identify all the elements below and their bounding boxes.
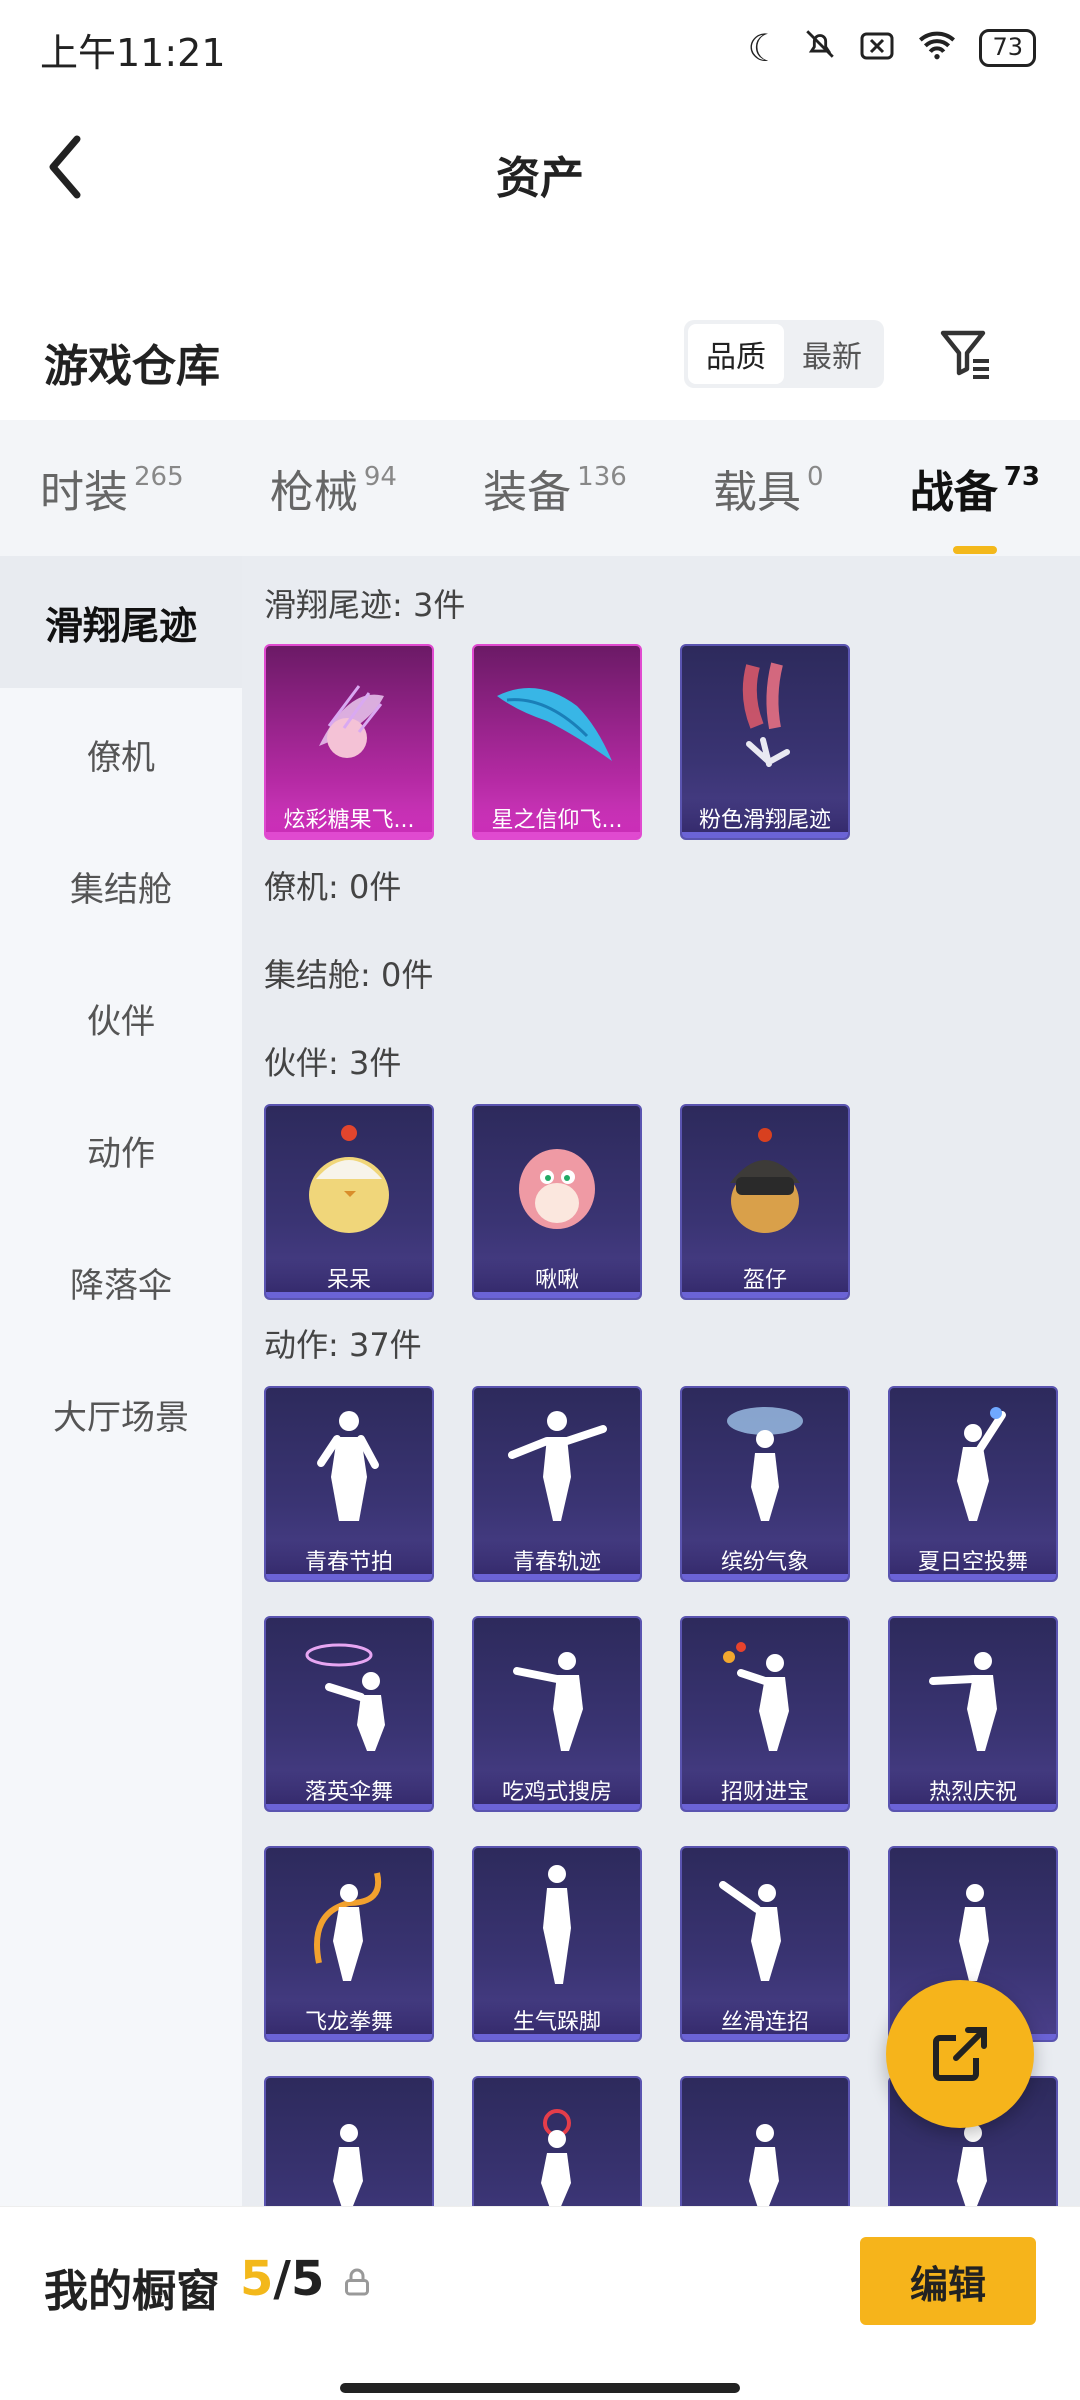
item-card[interactable]: 青春节拍 [264, 1386, 434, 1582]
item-card[interactable]: 缤纷气象 [680, 1386, 850, 1582]
tab-label: 枪械 [269, 467, 358, 518]
sidebar-item-parachute[interactable]: 降落伞 [0, 1216, 242, 1348]
item-card[interactable] [264, 2076, 434, 2206]
dance-pose-icon [474, 2078, 640, 2206]
item-card[interactable]: 招财进宝 [680, 1616, 850, 1812]
helmet-chick-icon [682, 1106, 848, 1256]
item-card[interactable]: 落英伞舞 [264, 1616, 434, 1812]
item-card[interactable]: 热烈庆祝 [888, 1616, 1058, 1812]
item-card[interactable]: 青春轨迹 [472, 1386, 642, 1582]
item-card[interactable]: 盔仔 [680, 1104, 850, 1300]
filter-button[interactable] [930, 318, 1000, 388]
tab-vehicles[interactable]: 载具 0 [713, 456, 824, 520]
sidebar-item-glide-trail[interactable]: 滑翔尾迹 [0, 556, 242, 688]
tab-label: 时装 [40, 467, 128, 518]
item-card[interactable]: 夏日空投舞 [888, 1386, 1058, 1582]
dance-pose-icon [890, 1388, 1056, 1538]
dance-pose-icon [682, 1618, 848, 1768]
showcase-count: 5/5 [240, 2251, 324, 2307]
dance-pose-icon [474, 1848, 640, 1998]
sort-quality-button[interactable]: 品质 [688, 324, 784, 384]
dance-pose-icon [890, 1618, 1056, 1768]
share-button[interactable] [886, 1980, 1034, 2128]
dance-pose-icon [266, 2078, 432, 2206]
dance-pose-icon [474, 1388, 640, 1538]
dance-pose-icon [682, 1848, 848, 1998]
battery-icon: 73 [979, 29, 1036, 67]
sidebar-item-action[interactable]: 动作 [0, 1084, 242, 1216]
tab-count: 136 [577, 462, 627, 492]
dance-pose-icon [266, 1388, 432, 1538]
tab-equipment[interactable]: 装备 136 [483, 456, 627, 520]
chick-icon [266, 1106, 432, 1256]
tab-combat-gear[interactable]: 战备 73 [909, 456, 1040, 554]
status-bar: 上午11:21 ☾ 73 [0, 0, 1080, 96]
warehouse-header: 游戏仓库 品质 最新 [0, 300, 1080, 420]
lock-icon [345, 2268, 369, 2296]
item-card[interactable]: 炫彩糖果飞... [264, 644, 434, 840]
section-title: 伙伴: 3件 [264, 1044, 402, 1082]
sim-x-icon [859, 26, 895, 70]
pink-smoke-trail-icon [682, 646, 848, 796]
app-header: 资产 [0, 96, 1080, 246]
category-sidebar: 滑翔尾迹 僚机 集结舱 伙伴 动作 降落伞 大厅场景 [0, 556, 242, 2206]
dance-pose-icon [682, 2078, 848, 2206]
sidebar-item-wingman[interactable]: 僚机 [0, 688, 242, 820]
section-title: 集结舱: 0件 [264, 956, 434, 994]
item-card[interactable]: 丝滑连招 [680, 1846, 850, 2042]
item-card[interactable] [680, 2076, 850, 2206]
tab-label: 战备 [909, 467, 998, 518]
item-card[interactable]: 吃鸡式搜房 [472, 1616, 642, 1812]
showcase-label: 我的橱窗 [44, 2266, 220, 2317]
tab-weapons[interactable]: 枪械 94 [270, 456, 397, 520]
moon-icon: ☾ [747, 26, 782, 70]
warehouse-title: 游戏仓库 [44, 341, 220, 392]
tab-count: 94 [363, 462, 397, 492]
tab-underline [952, 546, 997, 554]
share-icon [933, 2027, 987, 2081]
showcase-count-current: 5 [240, 2251, 274, 2307]
category-tabs: 时装 265 枪械 94 装备 136 载具 0 战备 73 [0, 420, 1080, 556]
item-card[interactable]: 呆呆 [264, 1104, 434, 1300]
tab-label: 载具 [713, 467, 802, 518]
section-title: 僚机: 0件 [264, 868, 402, 906]
wifi-icon [917, 26, 957, 70]
page-title: 资产 [496, 153, 584, 204]
edit-button[interactable]: 编辑 [860, 2237, 1036, 2325]
dance-pose-icon [474, 1618, 640, 1768]
home-indicator[interactable] [340, 2383, 740, 2393]
status-time: 上午11:21 [40, 31, 226, 75]
tab-count: 0 [807, 462, 824, 492]
mute-icon [803, 26, 837, 70]
item-list: 滑翔尾迹: 3件 炫彩糖果飞... 星之信仰飞... 粉色滑翔尾迹 僚机: 0件… [242, 556, 1080, 2206]
item-card[interactable]: 粉色滑翔尾迹 [680, 644, 850, 840]
sidebar-item-capsule[interactable]: 集结舱 [0, 820, 242, 952]
dance-pose-icon [682, 1388, 848, 1538]
showcase-bar: 我的橱窗 5/5 编辑 [0, 2206, 1080, 2400]
sidebar-item-lobby-scene[interactable]: 大厅场景 [0, 1348, 242, 1480]
item-card[interactable]: 生气跺脚 [472, 1846, 642, 2042]
pink-bird-icon [474, 1106, 640, 1256]
item-card[interactable] [472, 2076, 642, 2206]
sort-newest-button[interactable]: 最新 [784, 324, 880, 384]
candy-trail-icon [266, 646, 432, 796]
feather-wing-icon [474, 646, 640, 796]
item-card[interactable]: 飞龙拳舞 [264, 1846, 434, 2042]
status-icons: ☾ 73 [747, 26, 1036, 70]
item-card[interactable]: 星之信仰飞... [472, 644, 642, 840]
dance-pose-icon [266, 1848, 432, 1998]
section-title: 滑翔尾迹: 3件 [264, 586, 466, 624]
sort-toggle: 品质 最新 [684, 320, 884, 388]
sidebar-item-partner[interactable]: 伙伴 [0, 952, 242, 1084]
dance-pose-icon [890, 1848, 1056, 1998]
tab-label: 装备 [483, 467, 572, 518]
dance-pose-icon [266, 1618, 432, 1768]
tab-count: 265 [134, 462, 184, 492]
showcase-count-total: /5 [273, 2251, 325, 2307]
filter-icon [940, 330, 989, 379]
item-card[interactable]: 啾啾 [472, 1104, 642, 1300]
tab-count: 73 [1003, 462, 1040, 492]
tab-fashion[interactable]: 时装 265 [40, 456, 184, 520]
section-title: 动作: 37件 [264, 1326, 422, 1364]
